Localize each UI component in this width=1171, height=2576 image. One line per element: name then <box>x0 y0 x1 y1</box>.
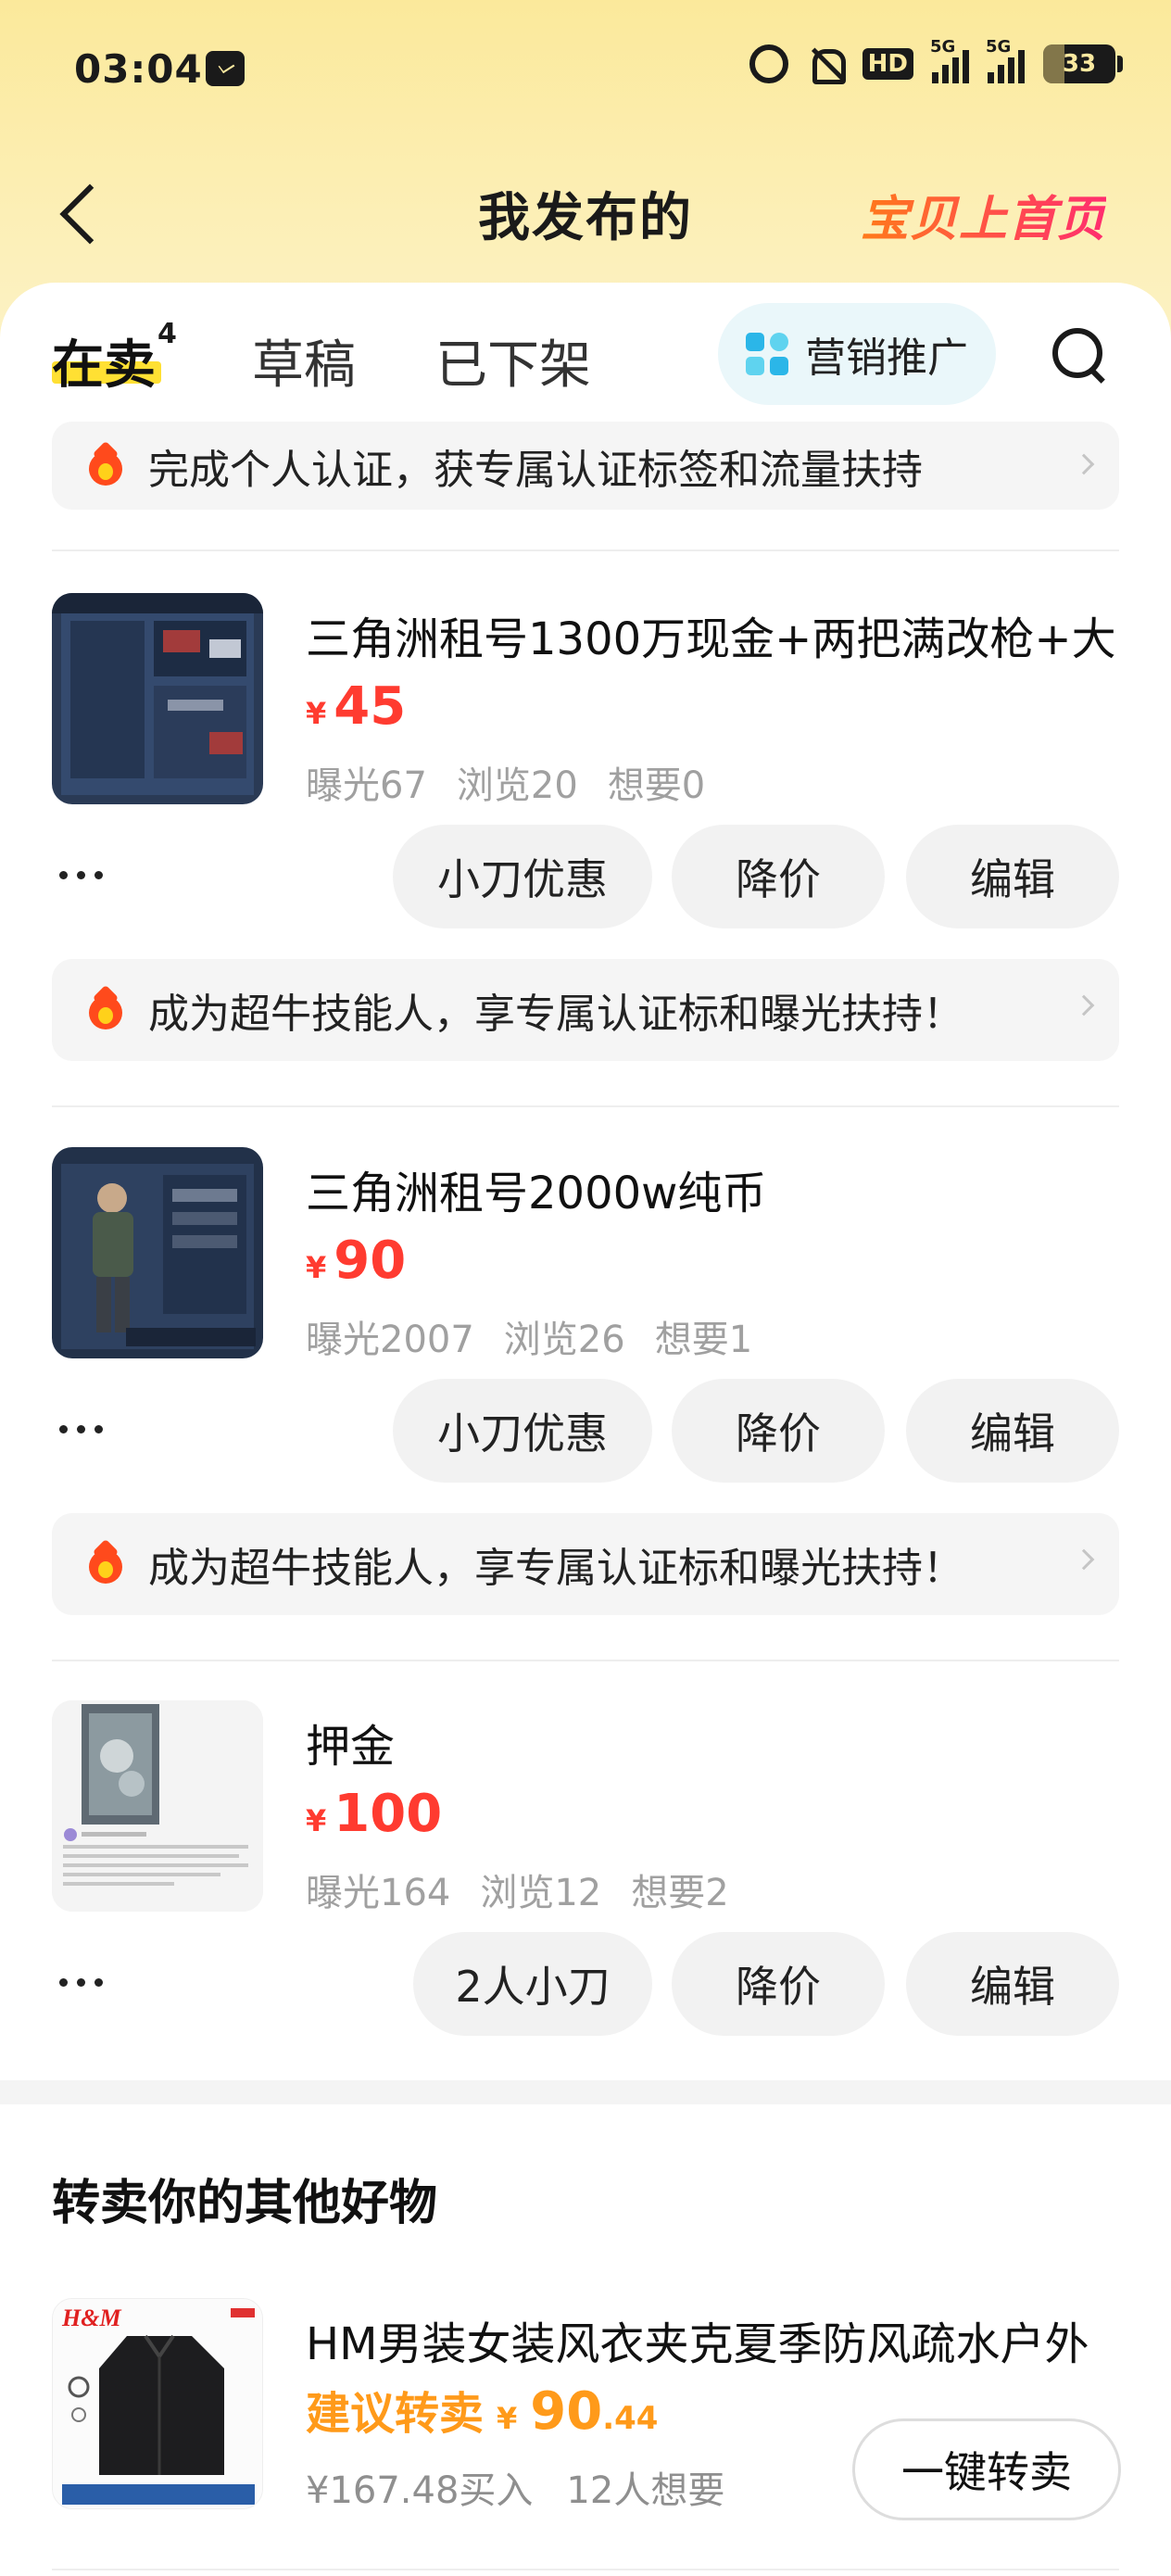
lower-price-button[interactable]: 降价 <box>672 1379 885 1483</box>
exposure-stat: 曝光2007 <box>306 1319 474 1361</box>
status-time: 03:04 <box>74 46 203 92</box>
exposure-stat: 曝光67 <box>306 764 427 807</box>
alarm-icon <box>749 44 788 83</box>
resell-section-title: 转卖你的其他好物 <box>52 2176 438 2231</box>
resell-button[interactable]: 一键转卖 <box>852 2418 1121 2520</box>
lower-price-button[interactable]: 降价 <box>672 1932 885 2036</box>
listing-item[interactable]: 押金 ¥100 曝光164 浏览12 想要2 2人小刀 降价 编辑 <box>0 1700 1171 2080</box>
item-title[interactable]: 三角洲租号2000w纯币 <box>306 1156 1121 1221</box>
banner-text: 成为超牛技能人，享专属认证标和曝光扶持！ <box>148 991 963 1038</box>
status-bar: 03:04 HD 5G 5G 33 <box>0 0 1171 139</box>
lower-price-button[interactable]: 降价 <box>672 825 885 928</box>
more-options-icon[interactable] <box>59 871 115 882</box>
bargain-button[interactable]: 2人小刀 <box>413 1932 652 2036</box>
fire-icon <box>87 445 124 487</box>
tab-bar: 在卖 4 草稿 已下架 营销推广 <box>0 283 1171 422</box>
fire-icon <box>87 1543 124 1585</box>
wants-stat: 想要1 <box>654 1319 753 1361</box>
divider <box>52 1660 1119 1661</box>
resell-item[interactable]: H&M HM男装女装风衣夹克夏季防风疏水户外 建议转卖 ¥ 90 .44 ¥16… <box>0 2298 1171 2520</box>
section-gap <box>0 2080 1171 2104</box>
content-card: 在卖 4 草稿 已下架 营销推广 完成个人认证，获专属认证标签和流量扶持 三角洲… <box>0 283 1171 2080</box>
item-title[interactable]: 押金 <box>306 1710 1121 1774</box>
edit-button[interactable]: 编辑 <box>906 825 1119 928</box>
brand-logo: H&M <box>62 2305 121 2331</box>
battery-icon: 33 <box>1043 44 1123 83</box>
tab-off-shelf[interactable]: 已下架 <box>435 323 591 398</box>
divider <box>52 2569 1119 2570</box>
views-stat: 浏览12 <box>480 1872 602 1914</box>
item-thumbnail[interactable] <box>52 1700 263 1912</box>
mail-notification-icon <box>206 51 245 86</box>
page-header: 我发布的 宝贝上首页 <box>0 148 1171 269</box>
network-label: 5G <box>930 37 956 57</box>
item-thumbnail[interactable] <box>52 1147 263 1358</box>
tab-count-badge: 4 <box>157 318 177 350</box>
marketing-label: 营销推广 <box>805 335 968 382</box>
tab-on-sale[interactable]: 在卖 <box>52 323 156 398</box>
resell-meta: ¥167.48买入 12人想要 <box>306 2460 758 2514</box>
banner-text: 完成个人认证，获专属认证标签和流量扶持 <box>148 446 923 494</box>
marketing-button[interactable]: 营销推广 <box>718 303 996 405</box>
mute-bell-icon <box>807 45 846 84</box>
listing-item[interactable]: 三角洲租号2000w纯币 ¥90 曝光2007 浏览26 想要1 小刀优惠 降价 编… <box>0 1147 1171 1536</box>
tab-label: 在卖 <box>52 335 156 396</box>
exposure-stat: 曝光164 <box>306 1872 451 1914</box>
suggested-price: 建议转卖 ¥ 90 .44 <box>306 2381 659 2442</box>
apps-grid-icon <box>746 333 788 375</box>
listing-item[interactable]: 三角洲租号1300万现金+两把满改枪+大 ¥45 曝光67 浏览20 想要0 小刀优… <box>0 593 1171 982</box>
views-stat: 浏览26 <box>503 1319 625 1361</box>
resell-item-title[interactable]: HM男装女装风衣夹克夏季防风疏水户外 <box>306 2307 1089 2372</box>
item-thumbnail[interactable] <box>52 593 263 804</box>
skill-banner[interactable]: 成为超牛技能人，享专属认证标和曝光扶持！ <box>52 959 1119 1061</box>
discount-button[interactable]: 小刀优惠 <box>393 1379 652 1483</box>
skill-banner[interactable]: 成为超牛技能人，享专属认证标和曝光扶持！ <box>52 1513 1119 1615</box>
item-stats: 曝光164 浏览12 想要2 <box>306 1863 759 1916</box>
signal-icon-2: 5G <box>986 37 1025 83</box>
battery-level: 33 <box>1062 50 1097 78</box>
wanted-count: 12人想要 <box>566 2469 725 2512</box>
more-options-icon[interactable] <box>59 1978 115 1989</box>
banner-text: 成为超牛技能人，享专属认证标和曝光扶持！ <box>148 1545 963 1592</box>
divider <box>52 1105 1119 1107</box>
item-stats: 曝光67 浏览20 想要0 <box>306 755 735 809</box>
item-stats: 曝光2007 浏览26 想要1 <box>306 1309 782 1363</box>
bought-price: ¥167.48买入 <box>306 2469 534 2512</box>
item-title[interactable]: 三角洲租号1300万现金+两把满改枪+大 <box>306 602 1121 667</box>
divider <box>52 549 1119 551</box>
status-icons: HD 5G 5G 33 <box>749 37 1123 84</box>
tab-drafts[interactable]: 草稿 <box>252 323 356 398</box>
signal-icon: 5G <box>930 37 969 83</box>
views-stat: 浏览20 <box>456 764 578 807</box>
verification-banner[interactable]: 完成个人认证，获专属认证标签和流量扶持 <box>52 422 1119 510</box>
discount-button[interactable]: 小刀优惠 <box>393 825 652 928</box>
more-options-icon[interactable] <box>59 1425 115 1436</box>
wants-stat: 想要0 <box>607 764 706 807</box>
item-price: ¥90 <box>306 1231 407 1291</box>
hd-icon: HD <box>862 48 913 80</box>
item-thumbnail[interactable]: H&M <box>52 2298 263 2509</box>
promo-link[interactable]: 宝贝上首页 <box>861 180 1106 249</box>
search-icon[interactable] <box>1049 324 1106 382</box>
fire-icon <box>87 989 124 1031</box>
edit-button[interactable]: 编辑 <box>906 1379 1119 1483</box>
item-price: ¥45 <box>306 676 407 737</box>
chevron-right-icon <box>1073 994 1095 1017</box>
chevron-right-icon <box>1073 1548 1095 1571</box>
edit-button[interactable]: 编辑 <box>906 1932 1119 2036</box>
item-price: ¥100 <box>306 1784 443 1844</box>
wants-stat: 想要2 <box>631 1872 729 1914</box>
chevron-right-icon <box>1073 453 1095 475</box>
network-label-2: 5G <box>986 37 1012 57</box>
